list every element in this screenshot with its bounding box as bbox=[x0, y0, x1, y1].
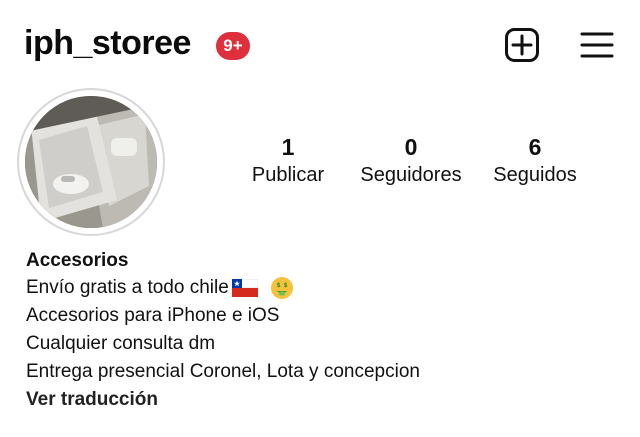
money-mouth-face-icon: $ $ bbox=[270, 276, 293, 299]
hamburger-menu-icon[interactable] bbox=[580, 29, 614, 61]
posts-count: 1 bbox=[281, 134, 295, 160]
following-count: 6 bbox=[528, 134, 542, 160]
add-post-icon[interactable] bbox=[504, 27, 540, 63]
avatar[interactable] bbox=[25, 96, 157, 228]
bio-section: Accesorios Envío gratis a todo chile $ $… bbox=[26, 248, 626, 414]
svg-text:$: $ bbox=[276, 282, 280, 289]
following-label: Seguidos bbox=[493, 164, 577, 186]
bio-line-text: Envío gratis a todo chile bbox=[26, 277, 229, 298]
username[interactable]: iph_storee bbox=[24, 24, 191, 63]
chile-flag-icon bbox=[231, 278, 258, 297]
stat-followers[interactable]: 0 Seguidores bbox=[352, 133, 470, 188]
stat-following[interactable]: 6 Seguidos bbox=[486, 133, 584, 188]
avatar-photo bbox=[25, 96, 157, 228]
bio-line: Entrega presencial Coronel, Lota y conce… bbox=[26, 361, 420, 382]
bio-line: Accesorios para iPhone e iOS bbox=[26, 305, 280, 326]
notification-badge[interactable]: 9+ bbox=[216, 32, 250, 60]
followers-count: 0 bbox=[404, 134, 418, 160]
posts-label: Publicar bbox=[251, 164, 325, 186]
svg-text:$: $ bbox=[283, 282, 287, 289]
followers-label: Seguidores bbox=[360, 164, 462, 186]
see-translation-link[interactable]: Ver traducción bbox=[26, 386, 626, 414]
bio-line: Envío gratis a todo chile $ $ bbox=[26, 274, 626, 302]
bio-name: Accesorios bbox=[26, 250, 129, 271]
stat-posts[interactable]: 1 Publicar bbox=[244, 133, 332, 188]
bio-line: Cualquier consulta dm bbox=[26, 333, 216, 354]
profile-header: iph_storee 9+ bbox=[0, 0, 640, 90]
